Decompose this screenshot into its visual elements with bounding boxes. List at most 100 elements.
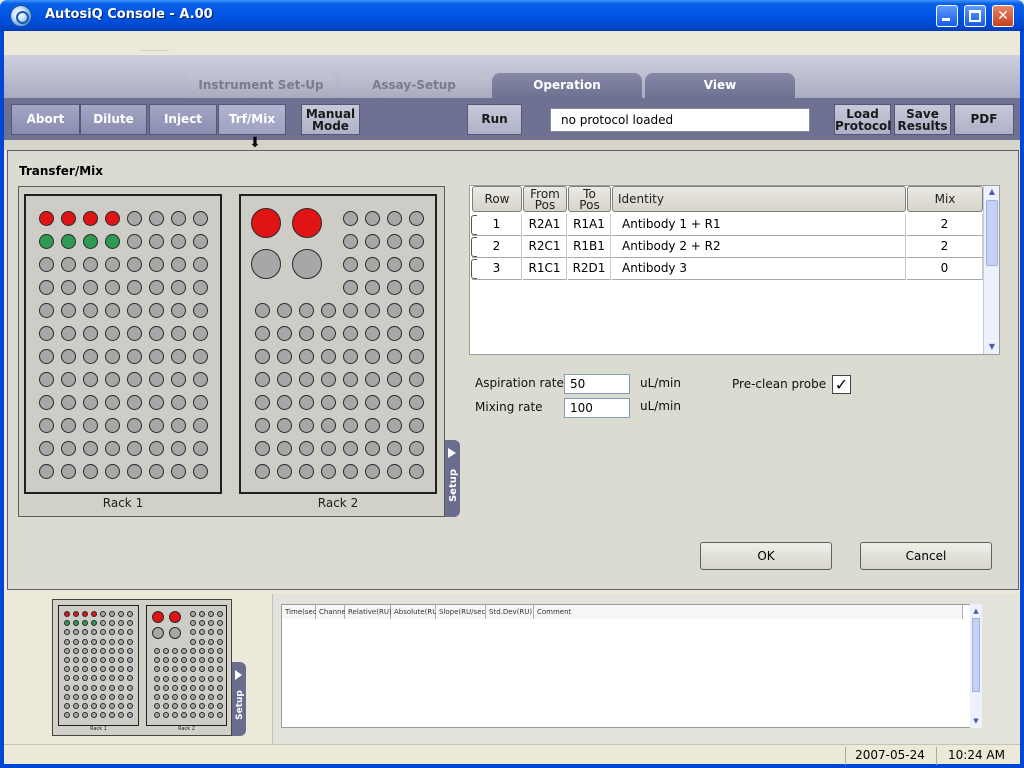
rack1-well[interactable]	[82, 279, 98, 295]
col-header-from-pos[interactable]: From Pos	[523, 186, 567, 212]
rack2-well[interactable]	[364, 463, 380, 479]
rack1-well[interactable]	[38, 394, 54, 410]
rack1-well[interactable]	[104, 463, 120, 479]
log-col-header[interactable]: Channel	[316, 605, 348, 619]
rack1-well[interactable]	[60, 256, 76, 272]
rack1-well[interactable]	[104, 417, 120, 433]
manual-mode-button[interactable]: Manual Mode	[301, 104, 360, 135]
rack1-well[interactable]	[38, 325, 54, 341]
rack2-well[interactable]	[386, 417, 402, 433]
grid-cell-identity[interactable]: Antibody 3	[612, 258, 906, 280]
mini-setup-side-tab[interactable]: Setup	[232, 662, 246, 736]
rack2-well[interactable]	[276, 348, 292, 364]
rack2-large-vial[interactable]	[251, 208, 281, 238]
tab-view[interactable]: View	[645, 73, 795, 99]
rack1-well[interactable]	[60, 394, 76, 410]
rack2-well[interactable]	[320, 463, 336, 479]
rack2-well[interactable]	[298, 325, 314, 341]
rack1-well[interactable]	[126, 463, 142, 479]
minimize-button[interactable]	[936, 5, 958, 27]
rack2-well[interactable]	[386, 394, 402, 410]
mixing-rate-input[interactable]: 100	[564, 398, 630, 418]
rack1-well[interactable]	[126, 279, 142, 295]
rack1-well[interactable]	[82, 302, 98, 318]
trfmix-button[interactable]: Trf/Mix	[218, 104, 286, 135]
rack1-well[interactable]	[38, 302, 54, 318]
abort-button[interactable]: Abort	[11, 104, 80, 135]
close-button[interactable]: ✕	[992, 5, 1014, 27]
rack2-well[interactable]	[320, 440, 336, 456]
rack1-well[interactable]	[192, 394, 208, 410]
rack2-well[interactable]	[408, 348, 424, 364]
rack1-well[interactable]	[82, 440, 98, 456]
rack1-well[interactable]	[60, 210, 76, 226]
rack2-large-vial[interactable]	[292, 208, 322, 238]
rack1-well[interactable]	[104, 279, 120, 295]
rack1-well[interactable]	[82, 371, 98, 387]
rack1-well[interactable]	[192, 210, 208, 226]
rack2-large-vial[interactable]	[292, 249, 322, 279]
rack2-well[interactable]	[342, 279, 358, 295]
log-scroll-thumb[interactable]	[972, 618, 980, 692]
rack2-well[interactable]	[364, 394, 380, 410]
rack2-well[interactable]	[386, 256, 402, 272]
title-bar[interactable]: AutosiQ Console - A.00 ✕	[0, 0, 1024, 31]
rack2-well[interactable]	[386, 348, 402, 364]
rack2-well[interactable]	[364, 417, 380, 433]
rack2-well[interactable]	[320, 371, 336, 387]
rack2-well[interactable]	[364, 256, 380, 272]
rack2-well[interactable]	[276, 440, 292, 456]
rack2-well[interactable]	[364, 325, 380, 341]
rack1-well[interactable]	[148, 256, 164, 272]
log-col-header[interactable]: Relative(RU)	[345, 605, 392, 619]
rack2-well[interactable]	[408, 279, 424, 295]
rack2-well[interactable]	[342, 256, 358, 272]
rack2-well[interactable]	[320, 325, 336, 341]
rack2-well[interactable]	[298, 394, 314, 410]
rack1-well[interactable]	[148, 394, 164, 410]
rack2-well[interactable]	[342, 463, 358, 479]
rack1-well[interactable]	[170, 394, 186, 410]
rack2-well[interactable]	[364, 210, 380, 226]
scroll-thumb[interactable]	[986, 200, 998, 266]
rack1-well[interactable]	[104, 348, 120, 364]
cancel-button[interactable]: Cancel	[860, 542, 992, 570]
rack2-well[interactable]	[364, 440, 380, 456]
rack1-well[interactable]	[126, 302, 142, 318]
rack2-large-vial[interactable]	[251, 249, 281, 279]
rack2-well[interactable]	[364, 371, 380, 387]
rack1-well[interactable]	[82, 325, 98, 341]
rack2-well[interactable]	[408, 256, 424, 272]
rack2-well[interactable]	[276, 371, 292, 387]
rack2-well[interactable]	[254, 348, 270, 364]
aspiration-rate-input[interactable]: 50	[564, 374, 630, 394]
rack2-well[interactable]	[342, 233, 358, 249]
grid-cell-from[interactable]: R2A1	[523, 214, 567, 236]
rack1-well[interactable]	[126, 417, 142, 433]
rack2-well[interactable]	[386, 371, 402, 387]
rack2-well[interactable]	[276, 463, 292, 479]
col-header-to-pos[interactable]: To Pos	[568, 186, 611, 212]
rack2-well[interactable]	[386, 210, 402, 226]
log-col-header[interactable]: Std.Dev(RU)	[486, 605, 534, 619]
rack1-well[interactable]	[104, 325, 120, 341]
grid-cell-mix[interactable]: 2	[907, 214, 983, 236]
dilute-button[interactable]: Dilute	[80, 104, 147, 135]
rack2-well[interactable]	[386, 440, 402, 456]
rack1-well[interactable]	[192, 302, 208, 318]
rack1-well[interactable]	[192, 256, 208, 272]
rack1-well[interactable]	[170, 371, 186, 387]
rack2-well[interactable]	[408, 233, 424, 249]
rack2-well[interactable]	[276, 302, 292, 318]
rack1-well[interactable]	[126, 348, 142, 364]
pdf-button[interactable]: PDF	[954, 104, 1014, 135]
rack2-well[interactable]	[364, 233, 380, 249]
rack2-well[interactable]	[254, 417, 270, 433]
rack2-well[interactable]	[254, 440, 270, 456]
rack2-well[interactable]	[298, 440, 314, 456]
rack1-well[interactable]	[60, 233, 76, 249]
rack1-well[interactable]	[192, 463, 208, 479]
log-vertical-scrollbar[interactable]: ▲ ▼	[970, 604, 982, 728]
rack2-well[interactable]	[342, 302, 358, 318]
rack2-well[interactable]	[276, 325, 292, 341]
